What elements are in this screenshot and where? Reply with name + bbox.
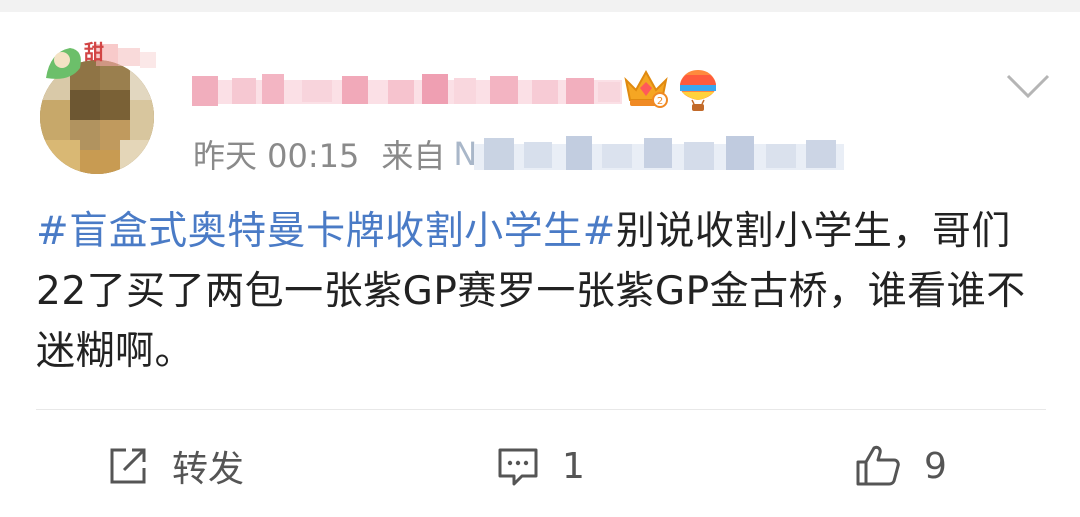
username-blur-mask bbox=[192, 74, 622, 106]
repost-label: 转发 bbox=[172, 449, 245, 490]
chevron-down-icon[interactable] bbox=[1004, 66, 1052, 106]
avatar-badge-text: 甜 bbox=[84, 40, 104, 64]
post-content: #盲盒式奥特曼卡牌收割小学生#别说收割小学生，哥们22了买了两包一张紫GP赛罗一… bbox=[36, 202, 1046, 382]
svg-text:2: 2 bbox=[657, 96, 663, 107]
repost-button[interactable]: 转发 bbox=[106, 440, 244, 492]
hot-air-balloon-icon[interactable] bbox=[676, 68, 720, 112]
comment-icon bbox=[498, 448, 538, 486]
topic-link[interactable]: #盲盒式奥特曼卡牌收割小学生# bbox=[36, 209, 616, 254]
avatar[interactable]: 甜 bbox=[36, 38, 160, 174]
divider bbox=[36, 409, 1046, 410]
top-separator bbox=[0, 0, 1080, 12]
post-meta: 昨天 00:15 来自 N bbox=[193, 132, 477, 176]
thumbs-up-icon bbox=[856, 445, 900, 486]
comment-count: 1 bbox=[562, 445, 585, 487]
like-count: 9 bbox=[924, 445, 947, 487]
like-button[interactable]: 9 bbox=[854, 440, 947, 492]
share-icon bbox=[110, 448, 146, 484]
source-name-blurred[interactable] bbox=[474, 126, 844, 182]
source-label: 来自 bbox=[381, 137, 446, 175]
source-blur-mask bbox=[474, 136, 844, 170]
vip-crown-icon[interactable]: 2 bbox=[622, 66, 670, 110]
username[interactable] bbox=[192, 68, 622, 112]
post-time: 昨天 00:15 bbox=[193, 137, 360, 175]
comment-button[interactable]: 1 bbox=[496, 440, 585, 492]
